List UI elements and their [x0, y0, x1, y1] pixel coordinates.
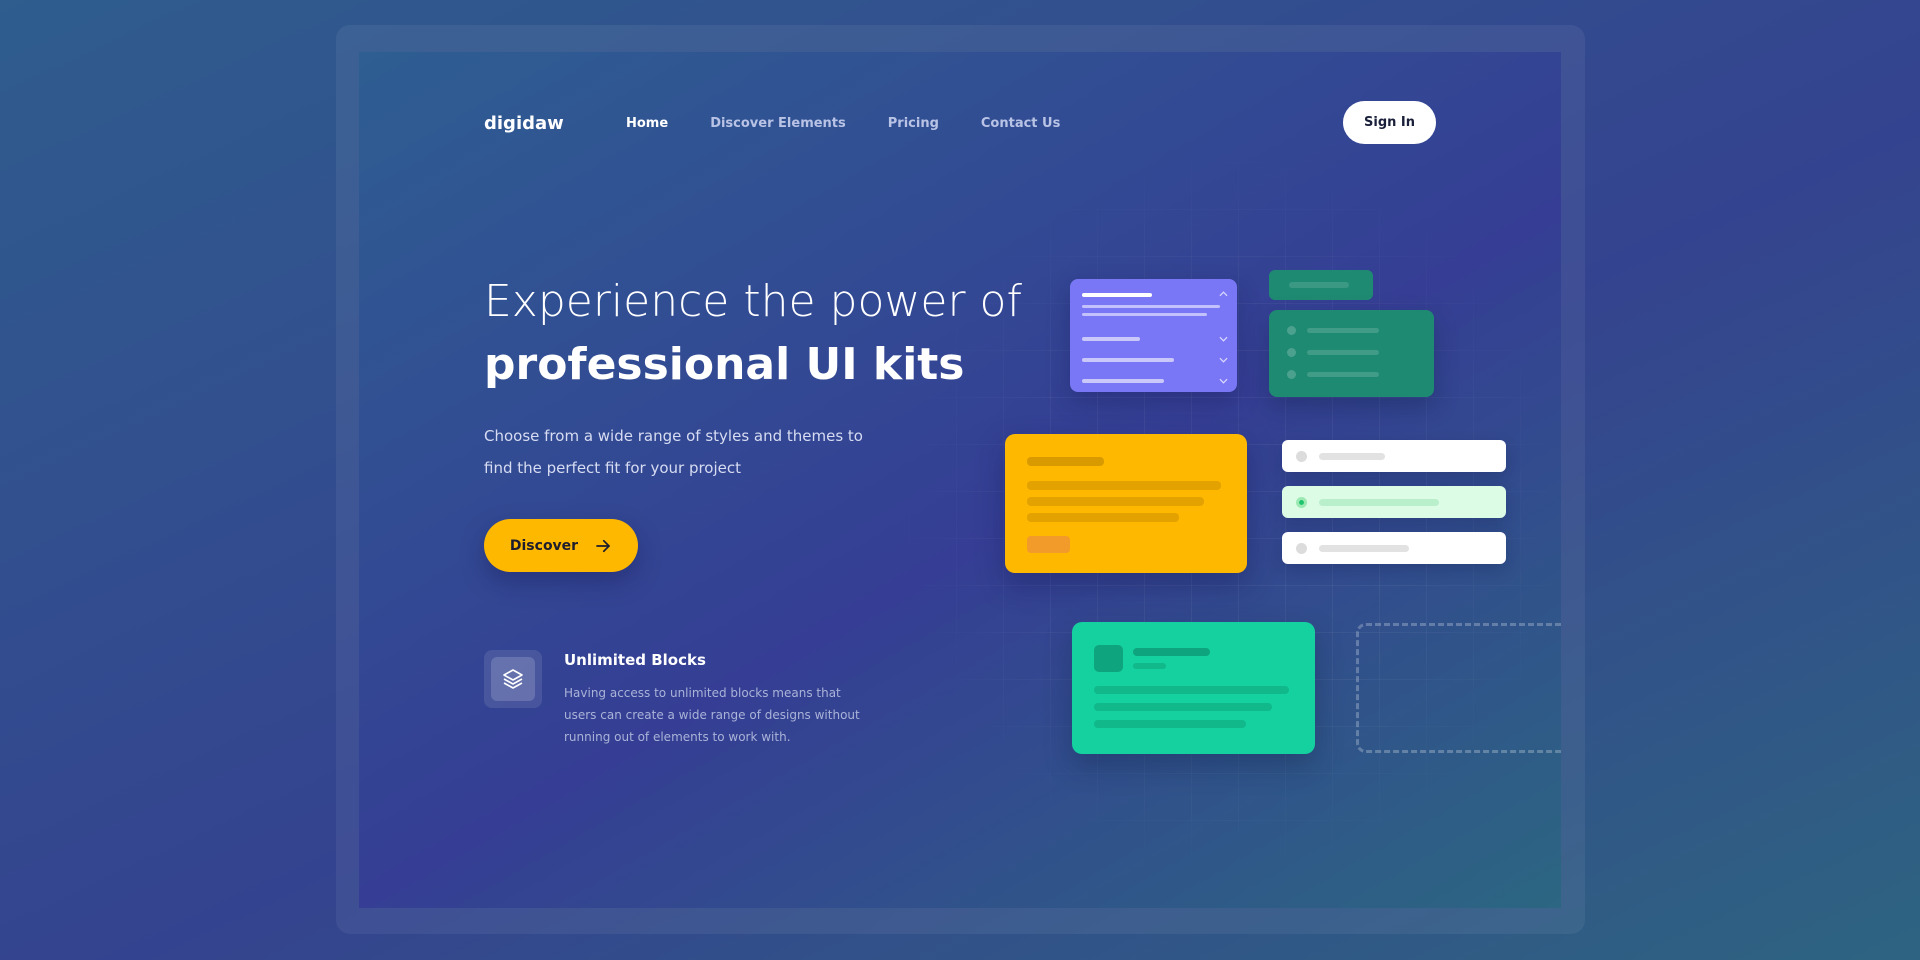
radio-option-3 — [1282, 532, 1506, 564]
nav-contact-us[interactable]: Contact Us — [981, 116, 1060, 131]
feature-description: Having access to unlimited blocks means … — [564, 686, 860, 744]
main-nav: Home Discover Elements Pricing Contact U… — [626, 116, 1060, 131]
layers-icon — [503, 669, 523, 689]
hero-description: Choose from a wide range of styles and t… — [484, 427, 863, 477]
purple-accordion-card — [1070, 279, 1237, 392]
feature-icon-box — [484, 650, 542, 708]
teal-tag — [1269, 270, 1373, 300]
green-profile-card — [1072, 622, 1315, 754]
nav-home[interactable]: Home — [626, 116, 668, 131]
teal-list-card — [1269, 310, 1434, 397]
hero-title-light: Experience the power of — [484, 276, 1022, 327]
discover-button-label: Discover — [509, 537, 579, 554]
nav-pricing[interactable]: Pricing — [888, 116, 939, 131]
yellow-card — [1005, 434, 1247, 573]
chevron-down-icon — [1219, 357, 1228, 363]
arrow-right-icon — [596, 539, 610, 552]
chevron-up-icon — [1219, 291, 1228, 297]
feature-title: Unlimited Blocks — [564, 651, 706, 669]
hero-title: Experience the power of professional UI … — [484, 270, 1022, 396]
hero-title-bold: professional UI kits — [484, 339, 965, 390]
discover-button[interactable]: Discover — [484, 519, 638, 572]
nav-discover-elements[interactable]: Discover Elements — [710, 116, 846, 131]
feature-icon-inner — [491, 657, 535, 701]
dashed-placeholder — [1356, 623, 1561, 753]
chevron-down-icon — [1219, 378, 1228, 384]
radio-option-1 — [1282, 440, 1506, 472]
landing-page: digidaw Home Discover Elements Pricing C… — [359, 52, 1561, 908]
logo[interactable]: digidaw — [484, 113, 564, 134]
radio-option-2 — [1282, 486, 1506, 518]
sign-in-button[interactable]: Sign In — [1343, 101, 1436, 144]
chevron-down-icon — [1219, 336, 1228, 342]
